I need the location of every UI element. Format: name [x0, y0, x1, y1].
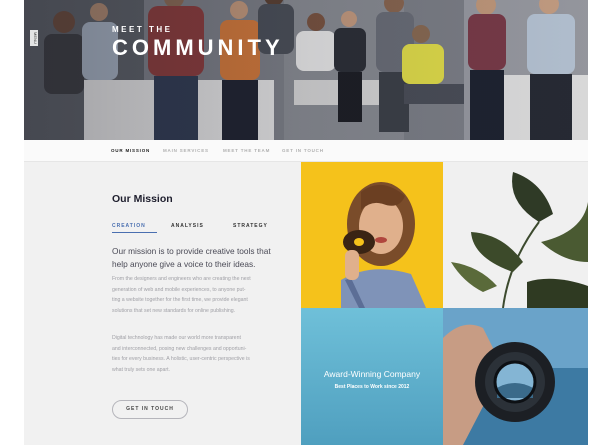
- mission-lead-line: Our mission is to provide creative tools…: [112, 246, 271, 256]
- hero-overlay: [24, 0, 588, 140]
- get-in-touch-button[interactable]: GET IN TOUCH: [112, 400, 188, 419]
- mission-paragraph-2: Digital technology has made our world mo…: [112, 333, 272, 376]
- hero-title: COMMUNITY: [112, 35, 284, 60]
- paragraph-line: ting a website together for the first ti…: [112, 297, 248, 304]
- woman-eating-donut-photo: [301, 162, 443, 308]
- plant-leaves-photo: [443, 162, 588, 308]
- mission-lead: Our mission is to provide creative tools…: [112, 245, 272, 270]
- nav-item-get-in-touch[interactable]: GET IN TOUCH: [282, 148, 324, 153]
- photo-tile-donut: [301, 162, 443, 308]
- photo-tile-plant: [443, 162, 588, 308]
- paragraph-line: generation of web and mobile experiences…: [112, 286, 246, 293]
- paragraph-line: ties for every business. A holistic, use…: [112, 356, 250, 363]
- hero-kicker: MEET THE: [112, 25, 173, 34]
- side-menu-tab[interactable]: MENU: [30, 30, 38, 46]
- nav-item-main-services[interactable]: MAIN SERVICES: [163, 148, 209, 153]
- tab-strategy[interactable]: STRATEGY: [233, 223, 268, 229]
- paragraph-line: what truly sets one apart.: [112, 367, 170, 374]
- paragraph-line: and interconnected, posing new challenge…: [112, 345, 247, 352]
- camera-lens-photo: [443, 308, 588, 445]
- mission-section: Our Mission CREATION ANALYSIS STRATEGY O…: [24, 162, 301, 445]
- mission-paragraph-1: From the designers and engineers who are…: [112, 274, 272, 317]
- paragraph-line: From the designers and engineers who are…: [112, 276, 251, 282]
- mission-lead-line: help anyone give a voice to their ideas.: [112, 258, 256, 269]
- nav-item-our-mission[interactable]: OUR MISSION: [111, 148, 150, 153]
- tab-creation[interactable]: CREATION: [112, 223, 146, 229]
- award-tile: Award-Winning Company Best Places to Wor…: [301, 308, 443, 445]
- paragraph-line: solutions that set new standards for onl…: [112, 308, 236, 315]
- photo-tile-lens: [443, 308, 588, 445]
- mission-title: Our Mission: [112, 193, 173, 205]
- award-title: Award-Winning Company: [323, 369, 421, 379]
- paragraph-line: Digital technology has made our world mo…: [112, 335, 241, 341]
- section-nav: OUR MISSION MAIN SERVICES MEET THE TEAM …: [24, 140, 588, 162]
- page: MENU MEET THE COMMUNITY OUR MISSION MAIN…: [24, 0, 588, 445]
- nav-item-meet-the-team[interactable]: MEET THE TEAM: [223, 148, 270, 153]
- hero-banner: MENU MEET THE COMMUNITY: [24, 0, 588, 140]
- active-tab-underline: [112, 232, 157, 233]
- tab-analysis[interactable]: ANALYSIS: [171, 223, 204, 229]
- award-subtitle: Best Places to Work since 2012: [334, 384, 410, 390]
